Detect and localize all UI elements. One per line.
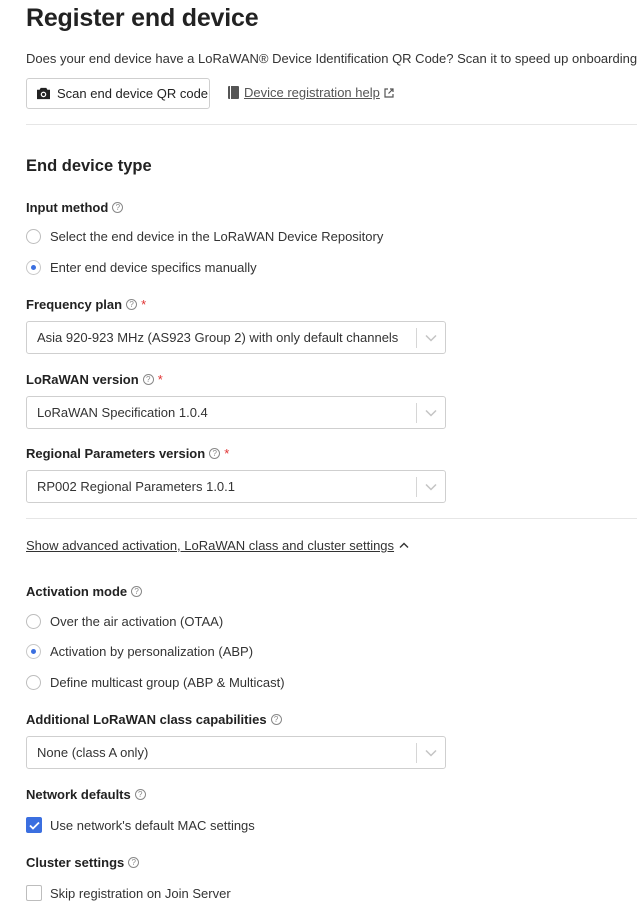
frequency-plan-value: Asia 920-923 MHz (AS923 Group 2) with on… — [37, 330, 399, 345]
frequency-plan-label: Frequency plan ? * — [26, 297, 146, 312]
regional-parameters-value: RP002 Regional Parameters 1.0.1 — [37, 479, 236, 494]
lorawan-version-label-text: LoRaWAN version — [26, 372, 139, 387]
activation-mode-label-text: Activation mode — [26, 584, 128, 599]
chevron-down-icon[interactable] — [417, 322, 445, 353]
registration-help-label: Device registration help — [244, 85, 380, 100]
advanced-settings-toggle[interactable]: Show advanced activation, LoRaWAN class … — [26, 538, 409, 553]
page-title: Register end device — [26, 4, 259, 32]
radio-label: Define multicast group (ABP & Multicast) — [50, 675, 285, 690]
help-icon[interactable]: ? — [270, 714, 282, 725]
regional-parameters-label-text: Regional Parameters version — [26, 446, 206, 461]
network-defaults-label: Network defaults ? — [26, 787, 146, 802]
divider — [26, 124, 637, 125]
radio-button[interactable] — [26, 675, 41, 690]
radio-otaa[interactable]: Over the air activation (OTAA) — [26, 614, 223, 629]
activation-mode-label: Activation mode ? — [26, 584, 143, 599]
camera-icon — [37, 87, 50, 100]
class-capabilities-select[interactable]: None (class A only) — [26, 736, 446, 769]
advanced-settings-toggle-label: Show advanced activation, LoRaWAN class … — [26, 538, 395, 553]
scan-qr-button[interactable]: Scan end device QR code — [26, 78, 210, 109]
required-marker: * — [157, 372, 163, 387]
help-icon[interactable]: ? — [142, 374, 154, 385]
radio-select-from-repository[interactable]: Select the end device in the LoRaWAN Dev… — [26, 229, 383, 244]
class-capabilities-label-text: Additional LoRaWAN class capabilities — [26, 712, 267, 727]
chevron-down-icon[interactable] — [417, 471, 445, 502]
radio-enter-manually[interactable]: Enter end device specifics manually — [26, 260, 257, 275]
help-icon[interactable]: ? — [209, 448, 221, 459]
input-method-label: Input method ? — [26, 200, 124, 215]
required-marker: * — [141, 297, 147, 312]
divider — [26, 518, 637, 519]
checkmark-icon — [28, 821, 40, 830]
radio-label: Over the air activation (OTAA) — [50, 614, 224, 629]
help-icon[interactable]: ? — [134, 789, 146, 800]
checkbox[interactable] — [26, 885, 42, 901]
help-icon[interactable]: ? — [131, 586, 143, 597]
radio-abp[interactable]: Activation by personalization (ABP) — [26, 644, 253, 659]
class-capabilities-value: None (class A only) — [37, 745, 149, 760]
help-icon[interactable]: ? — [128, 857, 140, 868]
section-heading-end-device-type: End device type — [26, 157, 152, 175]
checkbox-label: Use network's default MAC settings — [50, 817, 255, 833]
radio-button-selected[interactable] — [26, 260, 41, 275]
checkbox-label: Skip registration on Join Server — [50, 885, 231, 901]
radio-multicast[interactable]: Define multicast group (ABP & Multicast) — [26, 675, 285, 690]
network-defaults-checkbox-row[interactable]: Use network's default MAC settings — [26, 817, 255, 833]
qr-intro-text: Does your end device have a LoRaWAN® Dev… — [26, 51, 637, 66]
cluster-settings-label: Cluster settings ? — [26, 855, 140, 870]
cluster-settings-checkbox-row[interactable]: Skip registration on Join Server — [26, 885, 231, 901]
regional-parameters-label: Regional Parameters version ? * — [26, 446, 229, 461]
book-icon — [228, 86, 239, 99]
required-marker: * — [224, 446, 230, 461]
help-icon[interactable]: ? — [112, 202, 124, 213]
checkbox-checked[interactable] — [26, 817, 42, 833]
radio-button-selected[interactable] — [26, 644, 41, 659]
regional-parameters-select[interactable]: RP002 Regional Parameters 1.0.1 — [26, 470, 446, 503]
radio-button[interactable] — [26, 614, 41, 629]
radio-label: Enter end device specifics manually — [50, 260, 257, 275]
scan-qr-button-label: Scan end device QR code — [57, 86, 209, 101]
radio-button[interactable] — [26, 229, 41, 244]
class-capabilities-label: Additional LoRaWAN class capabilities ? — [26, 712, 282, 727]
lorawan-version-label: LoRaWAN version ? * — [26, 372, 163, 387]
radio-label: Activation by personalization (ABP) — [50, 644, 254, 659]
network-defaults-label-text: Network defaults — [26, 787, 131, 802]
registration-help-link[interactable]: Device registration help — [228, 85, 394, 100]
cluster-settings-label-text: Cluster settings — [26, 855, 125, 870]
lorawan-version-select[interactable]: LoRaWAN Specification 1.0.4 — [26, 396, 446, 429]
radio-label: Select the end device in the LoRaWAN Dev… — [50, 229, 384, 244]
chevron-down-icon[interactable] — [417, 737, 445, 768]
lorawan-version-value: LoRaWAN Specification 1.0.4 — [37, 405, 208, 420]
frequency-plan-select[interactable]: Asia 920-923 MHz (AS923 Group 2) with on… — [26, 321, 446, 354]
frequency-plan-label-text: Frequency plan — [26, 297, 123, 312]
chevron-down-icon[interactable] — [417, 397, 445, 428]
input-method-label-text: Input method — [26, 200, 109, 215]
external-link-icon — [384, 87, 394, 98]
chevron-up-icon — [399, 542, 409, 548]
help-icon[interactable]: ? — [126, 299, 138, 310]
